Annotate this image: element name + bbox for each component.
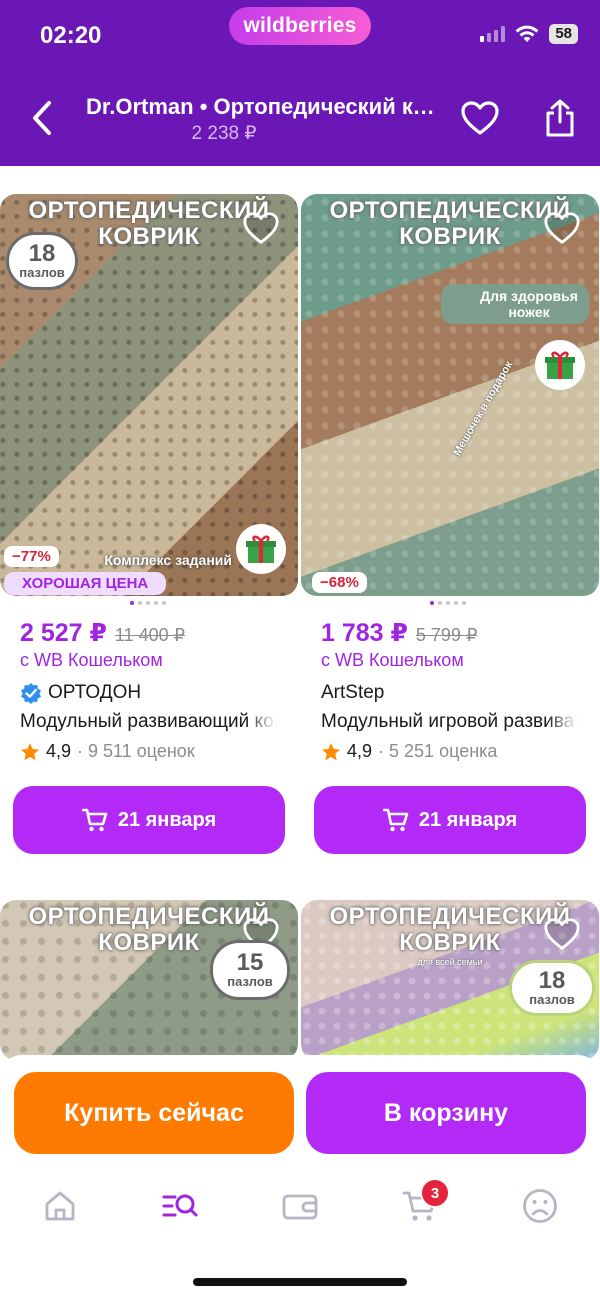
tab-profile[interactable] [510, 1178, 570, 1234]
star-icon [21, 742, 39, 760]
product-image[interactable]: ОРТОПЕДИЧЕСКИЙ КОВРИК 18 пазлов Комплекс… [0, 194, 298, 596]
status-time: 02:20 [40, 22, 102, 49]
delivery-date: 21 января [117, 808, 217, 831]
old-price: 5 799 ₽ [415, 625, 478, 645]
delivery-cart-button[interactable]: 21 января [314, 786, 586, 854]
header-price: 2 238 ₽ [191, 123, 257, 144]
health-badge: Для здоровья ножек [441, 284, 589, 324]
image-pagination-dots [130, 601, 166, 605]
profile-icon [523, 1189, 557, 1223]
product-name[interactable]: Модульный игровой развивающий [321, 711, 577, 733]
home-icon [45, 1191, 75, 1221]
pieces-unit: пазлов [227, 974, 273, 989]
pieces-count: 18 [28, 240, 56, 267]
tab-catalog[interactable] [150, 1178, 210, 1234]
star-icon [322, 742, 340, 760]
product-card[interactable]: ОРТОПЕДИЧЕСКИЙ КОВРИК 15 пазлов [0, 900, 298, 1060]
verified-icon [21, 683, 41, 704]
seller-name[interactable]: ArtStep [321, 682, 384, 704]
add-to-cart-button[interactable]: В корзину [306, 1072, 586, 1154]
cart-count-badge: 3 [420, 1178, 450, 1208]
pieces-count: 18 [538, 967, 566, 994]
pieces-badge: 18 пазлов [6, 232, 78, 290]
tab-bar [0, 1178, 600, 1238]
battery-indicator: 58 [549, 24, 578, 44]
wallet-note: с WB Кошельком [321, 650, 464, 670]
product-card[interactable]: ОРТОПЕДИЧЕСКИЙ КОВРИК для всей семьи 18 … [301, 900, 599, 1060]
share-icon [546, 99, 574, 137]
heart-icon [461, 101, 499, 135]
reviews-count: · 9 511 оценок [77, 741, 195, 761]
price: 2 527 ₽ [20, 619, 107, 647]
product-image[interactable]: ОРТОПЕДИЧЕСКИЙ КОВРИК для всей семьи 18 … [301, 900, 599, 1060]
price-row: 1 783 ₽ 5 799 ₽ [321, 618, 477, 648]
rating-value: 4,9 [46, 741, 72, 761]
reviews-count: · 5 251 оценка [378, 741, 498, 761]
seller-name[interactable]: ОРТОДОН [20, 682, 141, 704]
chevron-left-icon [33, 101, 51, 135]
rating: 4,9 · 5 251 оценка [321, 741, 497, 762]
image-pagination-dots [430, 601, 466, 605]
delivery-date: 21 января [418, 808, 518, 831]
product-image[interactable]: ОРТОПЕДИЧЕСКИЙ КОВРИК 15 пазлов [0, 900, 298, 1060]
product-card[interactable]: ОРТОПЕДИЧЕСКИЙ КОВРИК Для здоровья ножек… [301, 194, 599, 596]
rating-value: 4,9 [347, 741, 373, 761]
gift-icon [535, 340, 585, 390]
tab-home[interactable] [30, 1178, 90, 1234]
share-button[interactable] [538, 96, 582, 140]
pieces-badge: 18 пазлов [509, 960, 595, 1016]
cart-icon [81, 808, 108, 832]
price-row: 2 527 ₽ 11 400 ₽ [20, 618, 185, 648]
gift-caption: Мешочек в подарок [451, 359, 516, 458]
back-button[interactable] [22, 96, 62, 140]
cellular-signal-icon [480, 26, 506, 42]
pieces-count: 15 [236, 949, 264, 976]
heart-icon[interactable] [242, 210, 280, 246]
tab-wallet[interactable] [270, 1178, 330, 1234]
price: 1 783 ₽ [321, 619, 408, 647]
cart-icon [382, 808, 409, 832]
product-card[interactable]: ОРТОПЕДИЧЕСКИЙ КОВРИК 18 пазлов Комплекс… [0, 194, 298, 596]
wallet-icon [282, 1194, 318, 1220]
discount-badge: −68% [312, 572, 367, 593]
pieces-unit: пазлов [19, 265, 65, 280]
pieces-unit: пазлов [529, 992, 575, 1007]
old-price: 11 400 ₽ [114, 625, 186, 645]
home-indicator[interactable] [193, 1278, 407, 1286]
buy-now-button[interactable]: Купить сейчас [14, 1072, 294, 1154]
heart-icon[interactable] [543, 210, 581, 246]
wallet-note: с WB Кошельком [20, 650, 163, 670]
wifi-icon [515, 25, 539, 42]
product-image[interactable]: ОРТОПЕДИЧЕСКИЙ КОВРИК Для здоровья ножек… [301, 194, 599, 596]
good-price-badge: ХОРОШАЯ ЦЕНА [4, 572, 167, 595]
wildberries-logo: wildberries [229, 7, 371, 45]
discount-badge: −77% [4, 546, 59, 567]
heart-icon[interactable] [543, 916, 581, 952]
rating: 4,9 · 9 511 оценок [20, 741, 195, 762]
catalog-search-icon [162, 1194, 198, 1217]
favorite-button[interactable] [458, 96, 502, 140]
delivery-cart-button[interactable]: 21 января [13, 786, 285, 854]
status-icons: 58 [480, 24, 578, 44]
seller-label: ArtStep [321, 682, 385, 703]
page-title: Dr.Ortman • Ортопедический коврик [86, 94, 446, 119]
pieces-badge: 15 пазлов [210, 940, 290, 1000]
image-caption: Комплекс заданий [104, 552, 232, 568]
product-name[interactable]: Модульный развивающий коврик [20, 711, 276, 733]
seller-label: ОРТОДОН [48, 682, 142, 703]
gift-icon [236, 524, 286, 574]
